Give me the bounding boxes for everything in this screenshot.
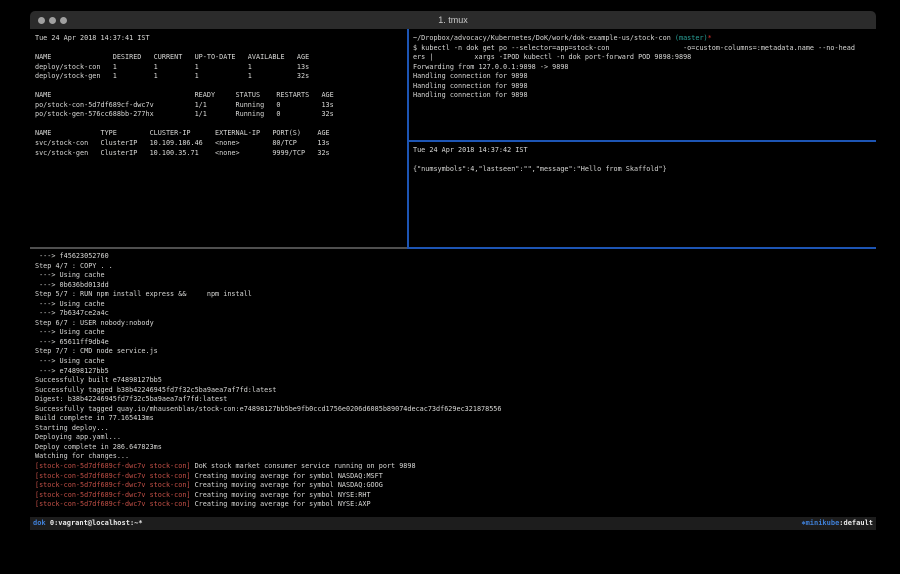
terminal-line: ---> Using cache bbox=[35, 271, 874, 281]
pane-curl-json[interactable]: Tue 24 Apr 2018 14:37:42 IST {"numsymbol… bbox=[413, 146, 874, 245]
terminal-line: [stock-con-5d7df689cf-dwc7v stock-con] C… bbox=[35, 491, 874, 501]
terminal-line: svc/stock-gen ClusterIP 10.100.35.71 <no… bbox=[35, 149, 405, 159]
terminal-line bbox=[35, 82, 405, 92]
terminal-line: ---> 0b636bd013dd bbox=[35, 281, 874, 291]
terminal-line: Step 7/7 : CMD node service.js bbox=[35, 347, 874, 357]
pane-divider-bottom-right bbox=[407, 247, 876, 249]
terminal-line: ---> Using cache bbox=[35, 357, 874, 367]
terminal-line: [stock-con-5d7df689cf-dwc7v stock-con] C… bbox=[35, 500, 874, 510]
terminal-line: Step 4/7 : COPY . . bbox=[35, 262, 874, 272]
terminal-line: Handling connection for 9898 bbox=[413, 91, 874, 101]
terminal-line: Step 5/7 : RUN npm install express && np… bbox=[35, 290, 874, 300]
tmux-status-bar: dok 0:vagrant@localhost:~* ⎈minikube:def… bbox=[30, 517, 876, 530]
terminal-window: 1. tmux Tue 24 Apr 2018 14:37:41 IST NAM… bbox=[0, 0, 900, 574]
terminal-line: po/stock-con-5d7df689cf-dwc7v 1/1 Runnin… bbox=[35, 101, 405, 111]
terminal-line: Deploying app.yaml... bbox=[35, 433, 874, 443]
terminal-line: Tue 24 Apr 2018 14:37:41 IST bbox=[35, 34, 405, 44]
terminal-line: ---> Using cache bbox=[35, 300, 874, 310]
terminal-line: Forwarding from 127.0.0.1:9898 -> 9898 bbox=[413, 63, 874, 73]
terminal-line: Step 6/7 : USER nobody:nobody bbox=[35, 319, 874, 329]
terminal-line: Tue 24 Apr 2018 14:37:42 IST bbox=[413, 146, 874, 156]
kube-context: minikube bbox=[806, 519, 840, 529]
pane-divider-vertical bbox=[407, 29, 409, 249]
terminal-line: ---> 65611ff9db4e bbox=[35, 338, 874, 348]
window-title: 1. tmux bbox=[30, 11, 876, 29]
pane-kubectl-watch[interactable]: Tue 24 Apr 2018 14:37:41 IST NAME DESIRE… bbox=[35, 34, 405, 246]
pane-divider-bottom-left bbox=[30, 247, 407, 249]
window-tab[interactable]: 0:vagrant@localhost:~* bbox=[50, 519, 143, 529]
terminal-line: svc/stock-con ClusterIP 10.109.186.46 <n… bbox=[35, 139, 405, 149]
pane-port-forward[interactable]: ~/Dropbox/advocacy/Kubernetes/DoK/work/d… bbox=[413, 34, 874, 139]
terminal-line: Digest: b38b42246945fd7f32c5ba9aea7af7fd… bbox=[35, 395, 874, 405]
terminal-line bbox=[35, 44, 405, 54]
terminal-line: NAME READY STATUS RESTARTS AGE bbox=[35, 91, 405, 101]
kube-namespace: :default bbox=[839, 519, 873, 529]
terminal-line: Successfully tagged quay.io/mhausenblas/… bbox=[35, 405, 874, 415]
terminal-line: NAME DESIRED CURRENT UP-TO-DATE AVAILABL… bbox=[35, 53, 405, 63]
terminal-line: Handling connection for 9898 bbox=[413, 82, 874, 92]
terminal-line: ---> f45623052760 bbox=[35, 252, 874, 262]
terminal-line bbox=[35, 120, 405, 130]
session-name[interactable]: dok bbox=[33, 519, 46, 529]
titlebar: 1. tmux bbox=[30, 11, 876, 29]
terminal-line: [stock-con-5d7df689cf-dwc7v stock-con] C… bbox=[35, 481, 874, 491]
tmux-terminal: Tue 24 Apr 2018 14:37:41 IST NAME DESIRE… bbox=[30, 29, 876, 538]
terminal-line: Build complete in 77.165413ms bbox=[35, 414, 874, 424]
terminal-line: [stock-con-5d7df689cf-dwc7v stock-con] C… bbox=[35, 472, 874, 482]
terminal-line: Watching for changes... bbox=[35, 452, 874, 462]
terminal-line: ers | xargs -IPOD kubectl -n dok port-fo… bbox=[413, 53, 874, 63]
terminal-line: [stock-con-5d7df689cf-dwc7v stock-con] D… bbox=[35, 462, 874, 472]
terminal-line: Deploy complete in 286.647823ms bbox=[35, 443, 874, 453]
status-left: dok 0:vagrant@localhost:~* bbox=[33, 519, 143, 529]
terminal-line bbox=[413, 156, 874, 166]
terminal-line: ---> 7b6347ce2a4c bbox=[35, 309, 874, 319]
terminal-line: deploy/stock-gen 1 1 1 1 32s bbox=[35, 72, 405, 82]
status-right: ⎈minikube:default bbox=[801, 519, 873, 529]
terminal-line: $ kubectl -n dok get po --selector=app=s… bbox=[413, 44, 874, 54]
pane-skaffold-dev[interactable]: ---> f45623052760Step 4/7 : COPY . . ---… bbox=[35, 252, 874, 513]
terminal-line: ---> Using cache bbox=[35, 328, 874, 338]
terminal-line: {"numsymbols":4,"lastseen":"","message":… bbox=[413, 165, 874, 175]
terminal-line: ---> e74898127bb5 bbox=[35, 367, 874, 377]
terminal-line: Successfully built e74898127bb5 bbox=[35, 376, 874, 386]
terminal-line: Successfully tagged b38b42246945fd7f32c5… bbox=[35, 386, 874, 396]
terminal-line: Starting deploy... bbox=[35, 424, 874, 434]
terminal-line: NAME TYPE CLUSTER-IP EXTERNAL-IP PORT(S)… bbox=[35, 129, 405, 139]
terminal-line: ~/Dropbox/advocacy/Kubernetes/DoK/work/d… bbox=[413, 34, 874, 44]
terminal-line: Handling connection for 9898 bbox=[413, 72, 874, 82]
pane-divider-right-horizontal bbox=[407, 140, 876, 142]
terminal-line: po/stock-gen-576cc688bb-277hx 1/1 Runnin… bbox=[35, 110, 405, 120]
terminal-line: deploy/stock-con 1 1 1 1 13s bbox=[35, 63, 405, 73]
